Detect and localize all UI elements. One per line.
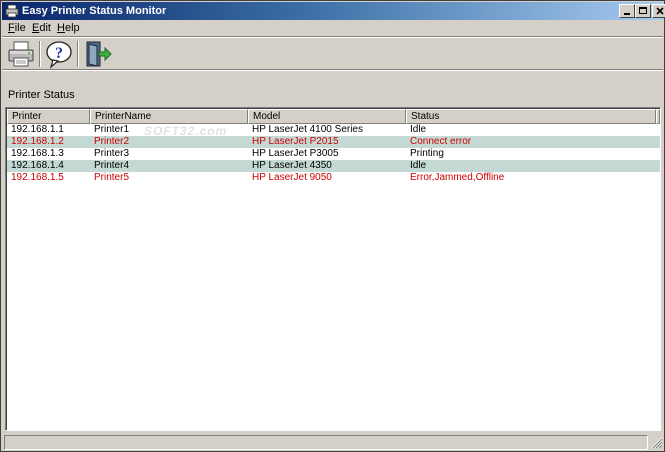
- close-icon: [656, 7, 664, 15]
- menu-help-rest: elp: [64, 22, 80, 34]
- cell-status: Error,Jammed,Offline: [410, 172, 505, 183]
- status-pane: [4, 435, 648, 450]
- exit-icon: [86, 41, 112, 67]
- maximize-icon: [639, 7, 647, 14]
- minimize-icon: [624, 13, 630, 15]
- cell-status: Connect error: [410, 136, 472, 147]
- maximize-button[interactable]: [635, 4, 651, 18]
- menu-edit[interactable]: Edit: [32, 22, 51, 35]
- printer-list[interactable]: Printer PrinterName Model Status SOFT32.…: [5, 107, 661, 431]
- menu-file[interactable]: File: [8, 22, 26, 35]
- column-header-printername[interactable]: PrinterName: [90, 109, 248, 124]
- toolbar-separator: [77, 41, 79, 67]
- print-button[interactable]: [6, 39, 36, 69]
- cell-model: HP LaserJet 9050: [252, 172, 332, 183]
- svg-text:?: ?: [55, 45, 63, 62]
- menu-file-accel: F: [8, 22, 15, 34]
- toolbar: ?: [2, 38, 663, 70]
- app-printer-icon: [5, 4, 19, 18]
- table-row[interactable]: 192.168.1.1 Printer1 HP LaserJet 4100 Se…: [7, 124, 660, 136]
- cell-status: Idle: [410, 124, 427, 135]
- toolbar-separator-line: [2, 69, 663, 71]
- menu-file-rest: ile: [14, 22, 26, 34]
- cell-printername: Printer1: [94, 124, 130, 135]
- cell-printer: 192.168.1.4: [11, 160, 64, 171]
- cell-model: HP LaserJet 4100 Series: [252, 124, 363, 135]
- table-row[interactable]: 192.168.1.5 Printer5 HP LaserJet 9050 Er…: [7, 172, 660, 184]
- cell-printername: Printer4: [94, 160, 130, 171]
- menu-help[interactable]: Help: [57, 22, 80, 35]
- app-window: Easy Printer Status Monitor File Edit He…: [0, 0, 665, 452]
- table-row[interactable]: 192.168.1.4 Printer4 HP LaserJet 4350 Id…: [7, 160, 660, 172]
- cell-printername: Printer5: [94, 172, 130, 183]
- cell-status: Printing: [410, 148, 444, 159]
- cell-model: HP LaserJet 4350: [252, 160, 332, 171]
- cell-status: Idle: [410, 160, 427, 171]
- toolbar-separator: [39, 41, 41, 67]
- help-icon: ?: [46, 41, 72, 69]
- table-row[interactable]: 192.168.1.3 Printer3 HP LaserJet P3005 P…: [7, 148, 660, 160]
- cell-printer: 192.168.1.5: [11, 172, 64, 183]
- close-button[interactable]: [652, 4, 665, 18]
- minimize-button[interactable]: [619, 4, 635, 18]
- column-header-status[interactable]: Status: [406, 109, 656, 124]
- menu-help-accel: H: [57, 22, 65, 34]
- window-title: Easy Printer Status Monitor: [22, 5, 167, 17]
- help-button[interactable]: ?: [44, 39, 74, 69]
- cell-model: HP LaserJet P3005: [252, 148, 339, 159]
- column-header-printer[interactable]: Printer: [7, 109, 90, 124]
- table-row[interactable]: 192.168.1.2 Printer2 HP LaserJet P2015 C…: [7, 136, 660, 148]
- status-bar: [4, 434, 663, 450]
- cell-model: HP LaserJet P2015: [252, 136, 339, 147]
- column-header-filler: [656, 109, 660, 124]
- resize-grip-icon[interactable]: [650, 436, 663, 449]
- exit-button[interactable]: [83, 39, 113, 69]
- menu-edit-rest: dit: [39, 22, 51, 34]
- cell-printername: Printer2: [94, 136, 130, 147]
- column-header-model[interactable]: Model: [248, 109, 406, 124]
- title-bar[interactable]: Easy Printer Status Monitor: [2, 2, 665, 20]
- cell-printer: 192.168.1.3: [11, 148, 64, 159]
- menu-bar: File Edit Help: [2, 20, 663, 37]
- section-label: Printer Status: [8, 89, 75, 101]
- cell-printer: 192.168.1.1: [11, 124, 64, 135]
- printer-icon: [8, 41, 34, 67]
- list-header: Printer PrinterName Model Status: [7, 109, 660, 124]
- cell-printer: 192.168.1.2: [11, 136, 64, 147]
- cell-printername: Printer3: [94, 148, 130, 159]
